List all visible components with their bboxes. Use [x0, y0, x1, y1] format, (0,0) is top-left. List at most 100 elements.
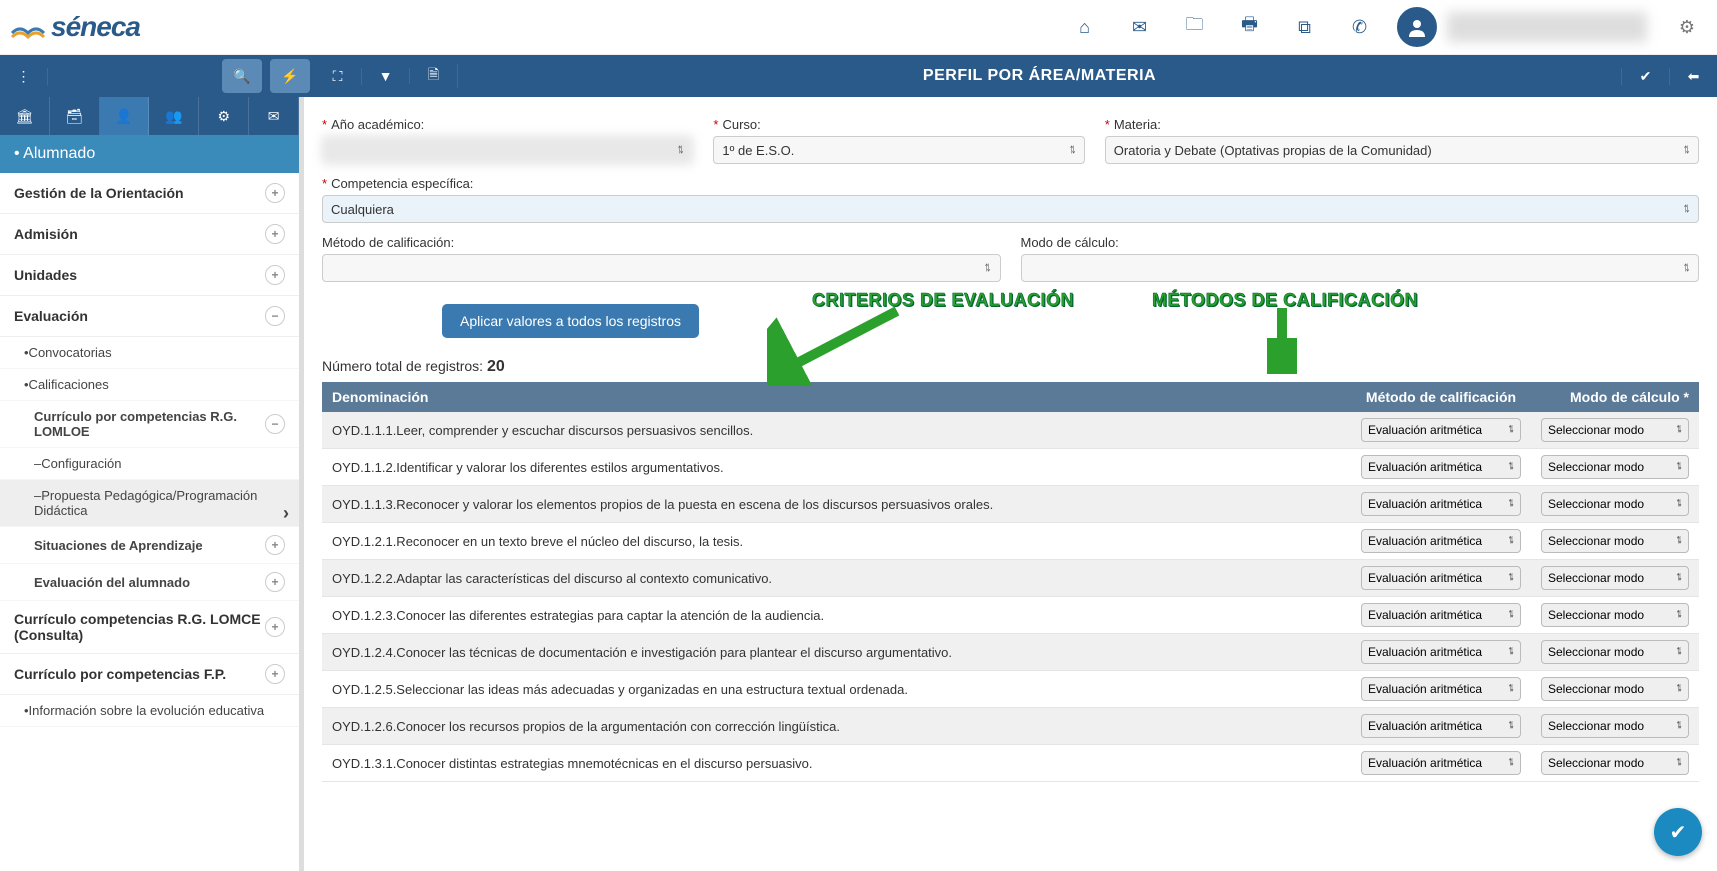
row-select-metodo[interactable]: Evaluación aritmética — [1361, 455, 1521, 479]
cell-denominacion: OYD.1.2.2.Adaptar las características de… — [322, 560, 1351, 597]
sidebar-tab-gears-icon[interactable]: ⚙ — [199, 97, 249, 135]
fullscreen-icon[interactable]: ⛶ — [314, 68, 362, 85]
content-area: *Año académico: *Curso: 1º de E.S.O. *Ma… — [300, 97, 1717, 871]
cell-denominacion: OYD.1.1.1.Leer, comprender y escuchar di… — [322, 412, 1351, 449]
select-curso[interactable]: 1º de E.S.O. — [713, 136, 1084, 164]
page-title: PERFIL POR ÁREA/MATERIA — [458, 55, 1621, 97]
plus-icon[interactable]: + — [265, 183, 285, 203]
plus-icon[interactable]: + — [265, 617, 285, 637]
sidebar-tab-envelope-icon[interactable]: ✉ — [249, 97, 299, 135]
sidebar-tab-card-icon[interactable]: 🗃 — [50, 97, 100, 135]
toolbar: ⋮ 🔍 ⚡ ⛶ ▼ 🗎 PERFIL POR ÁREA/MATERIA ✔ ⬅ — [0, 55, 1717, 97]
table-row[interactable]: OYD.1.2.6.Conocer los recursos propios d… — [322, 708, 1699, 745]
row-select-metodo[interactable]: Evaluación aritmética — [1361, 751, 1521, 775]
label-materia: *Materia: — [1105, 117, 1699, 132]
arrow-metodos-icon — [1267, 308, 1297, 374]
table-row[interactable]: OYD.1.1.1.Leer, comprender y escuchar di… — [322, 412, 1699, 449]
sidebar-item-unidades[interactable]: Unidades + — [0, 255, 299, 296]
table-row[interactable]: OYD.1.2.3.Conocer las diferentes estrate… — [322, 597, 1699, 634]
sidebar-sub-eval-alumnado[interactable]: Evaluación del alumnado + — [0, 564, 299, 601]
row-select-metodo[interactable]: Evaluación aritmética — [1361, 640, 1521, 664]
confirm-icon[interactable]: ✔ — [1621, 68, 1669, 85]
sidebar-item-lomce[interactable]: Currículo competencias R.G. LOMCE (Consu… — [0, 601, 299, 654]
table-row[interactable]: OYD.1.2.5.Seleccionar las ideas más adec… — [322, 671, 1699, 708]
settings-gear-icon[interactable]: ⚙ — [1667, 17, 1707, 38]
table-row[interactable]: OYD.1.2.2.Adaptar las características de… — [322, 560, 1699, 597]
row-select-metodo[interactable]: Evaluación aritmética — [1361, 714, 1521, 738]
row-select-modo[interactable]: Seleccionar modo — [1541, 677, 1689, 701]
sidebar-item-admision[interactable]: Admisión + — [0, 214, 299, 255]
sidebar-item-lomloe[interactable]: Currículo por competencias R.G. LOMLOE − — [0, 401, 299, 448]
minus-icon[interactable]: − — [265, 414, 285, 434]
menu-dots-icon[interactable]: ⋮ — [0, 68, 48, 85]
sidebar-item-label: Evaluación del alumnado — [34, 575, 190, 590]
row-select-modo[interactable]: Seleccionar modo — [1541, 529, 1689, 553]
phone-icon[interactable]: ✆ — [1332, 0, 1387, 55]
sidebar-tab-building-icon[interactable]: 🏛 — [0, 97, 50, 135]
sidebar-item-fp[interactable]: Currículo por competencias F.P. + — [0, 654, 299, 695]
copy-icon[interactable]: ⧉ — [1277, 0, 1332, 55]
logo-icon — [10, 13, 46, 41]
table-row[interactable]: OYD.1.1.2.Identificar y valorar los dife… — [322, 449, 1699, 486]
label-metodo: Método de calificación: — [322, 235, 1001, 250]
sidebar-sub-situaciones[interactable]: Situaciones de Aprendizaje + — [0, 527, 299, 564]
minus-icon[interactable]: − — [265, 306, 285, 326]
plus-icon[interactable]: + — [265, 265, 285, 285]
search-icon[interactable]: 🔍 — [222, 59, 262, 93]
cell-denominacion: OYD.1.1.3.Reconocer y valorar los elemen… — [322, 486, 1351, 523]
select-competencia[interactable]: Cualquiera — [322, 195, 1699, 223]
table-row[interactable]: OYD.1.2.4.Conocer las técnicas de docume… — [322, 634, 1699, 671]
row-select-metodo[interactable]: Evaluación aritmética — [1361, 677, 1521, 701]
mail-icon[interactable]: ✉ — [1112, 0, 1167, 55]
apply-button[interactable]: Aplicar valores a todos los registros — [442, 304, 699, 338]
table-row[interactable]: OYD.1.3.1.Conocer distintas estrategias … — [322, 745, 1699, 782]
row-select-modo[interactable]: Seleccionar modo — [1541, 418, 1689, 442]
bolt-icon[interactable]: ⚡ — [270, 59, 310, 93]
pdf-export-icon[interactable]: 🗎 — [410, 64, 458, 88]
table-row[interactable]: OYD.1.2.1.Reconocer en un texto breve el… — [322, 523, 1699, 560]
sidebar-tab-group-icon[interactable]: 👥 — [149, 97, 199, 135]
row-select-metodo[interactable]: Evaluación aritmética — [1361, 529, 1521, 553]
sidebar-item-evaluacion[interactable]: Evaluación − — [0, 296, 299, 337]
print-icon[interactable]: 🖶 — [1222, 0, 1277, 55]
row-select-modo[interactable]: Seleccionar modo — [1541, 640, 1689, 664]
plus-icon[interactable]: + — [265, 664, 285, 684]
top-nav: ⌂ ✉ 🗀 🖶 ⧉ ✆ ⚙ — [1057, 0, 1707, 55]
sidebar-sub-configuracion[interactable]: –Configuración — [0, 448, 299, 480]
folder-icon[interactable]: 🗀 — [1167, 0, 1222, 55]
select-materia[interactable]: Oratoria y Debate (Optativas propias de … — [1105, 136, 1699, 164]
select-metodo[interactable] — [322, 254, 1001, 282]
user-avatar[interactable] — [1397, 7, 1437, 47]
sidebar-sub-convocatorias[interactable]: •Convocatorias — [0, 337, 299, 369]
fab-confirm-icon[interactable]: ✔ — [1654, 808, 1702, 856]
sidebar-item-orientacion[interactable]: Gestión de la Orientación + — [0, 173, 299, 214]
row-select-modo[interactable]: Seleccionar modo — [1541, 751, 1689, 775]
row-select-modo[interactable]: Seleccionar modo — [1541, 455, 1689, 479]
plus-icon[interactable]: + — [265, 572, 285, 592]
row-select-modo[interactable]: Seleccionar modo — [1541, 566, 1689, 590]
select-modo[interactable] — [1021, 254, 1700, 282]
row-select-metodo[interactable]: Evaluación aritmética — [1361, 566, 1521, 590]
sidebar-sub-calificaciones[interactable]: •Calificaciones — [0, 369, 299, 401]
sidebar-tab-person-icon[interactable]: 👤 — [100, 97, 150, 135]
sidebar-sub-propuesta[interactable]: –Propuesta Pedagógica/Programación Didác… — [0, 480, 299, 527]
filter-icon[interactable]: ▼ — [362, 68, 410, 84]
sidebar-sub-info-evolucion[interactable]: •Información sobre la evolución educativ… — [0, 695, 299, 727]
home-icon[interactable]: ⌂ — [1057, 0, 1112, 55]
table-row[interactable]: OYD.1.1.3.Reconocer y valorar los elemen… — [322, 486, 1699, 523]
select-ano[interactable] — [322, 136, 693, 164]
sidebar-section-header: • Alumnado — [0, 135, 299, 173]
top-header: séneca ⌂ ✉ 🗀 🖶 ⧉ ✆ ⚙ — [0, 0, 1717, 55]
sidebar-item-label: Gestión de la Orientación — [14, 185, 184, 201]
row-select-metodo[interactable]: Evaluación aritmética — [1361, 492, 1521, 516]
row-select-modo[interactable]: Seleccionar modo — [1541, 492, 1689, 516]
row-select-metodo[interactable]: Evaluación aritmética — [1361, 603, 1521, 627]
sidebar-item-label: Currículo por competencias F.P. — [14, 666, 226, 682]
col-metodo: Método de calificación — [1351, 382, 1531, 412]
row-select-metodo[interactable]: Evaluación aritmética — [1361, 418, 1521, 442]
row-select-modo[interactable]: Seleccionar modo — [1541, 603, 1689, 627]
plus-icon[interactable]: + — [265, 224, 285, 244]
back-icon[interactable]: ⬅ — [1669, 68, 1717, 85]
plus-icon[interactable]: + — [265, 535, 285, 555]
row-select-modo[interactable]: Seleccionar modo — [1541, 714, 1689, 738]
